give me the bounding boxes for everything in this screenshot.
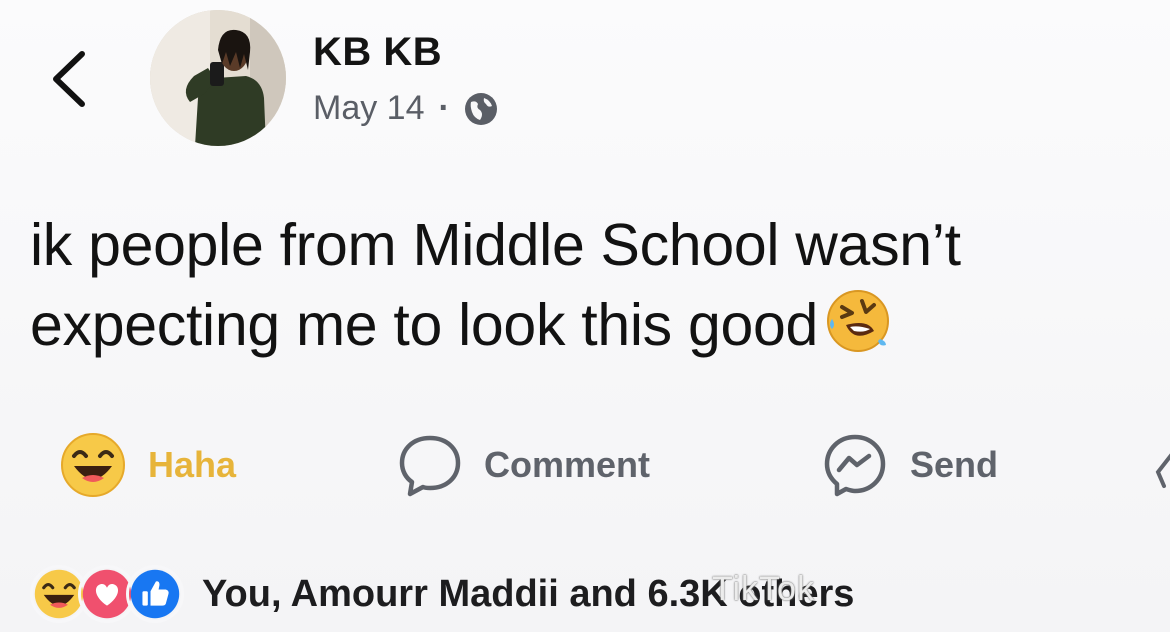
comment-icon — [399, 435, 461, 497]
haha-icon — [61, 433, 125, 497]
avatar[interactable] — [150, 10, 286, 146]
share-icon[interactable] — [1150, 450, 1170, 490]
meta-separator: · — [438, 88, 450, 127]
post-date: May 14 — [313, 88, 425, 127]
post-screen: KB KB May 14 · ik people from Middle Sch… — [0, 0, 1170, 632]
post-body: ik people from Middle School wasn’t expe… — [30, 212, 961, 358]
back-arrow-icon[interactable] — [44, 48, 94, 110]
watermark: TikTok — [712, 570, 815, 608]
send-label: Send — [910, 444, 999, 485]
post-meta: May 14 · — [313, 88, 500, 128]
like-icon — [126, 565, 184, 623]
comment-button[interactable]: Comment — [398, 430, 650, 500]
author-name[interactable]: KB KB — [313, 30, 442, 75]
send-button[interactable]: Send — [822, 430, 998, 500]
comment-label: Comment — [484, 444, 651, 485]
rolling-laughing-emoji-icon — [827, 290, 889, 352]
post-text: ik people from Middle School wasn’t expe… — [30, 205, 1160, 365]
haha-reaction-button[interactable]: Haha — [60, 430, 236, 500]
haha-label: Haha — [148, 444, 237, 485]
profile-photo — [150, 10, 286, 146]
globe-icon — [464, 93, 497, 125]
messenger-icon — [824, 434, 886, 497]
